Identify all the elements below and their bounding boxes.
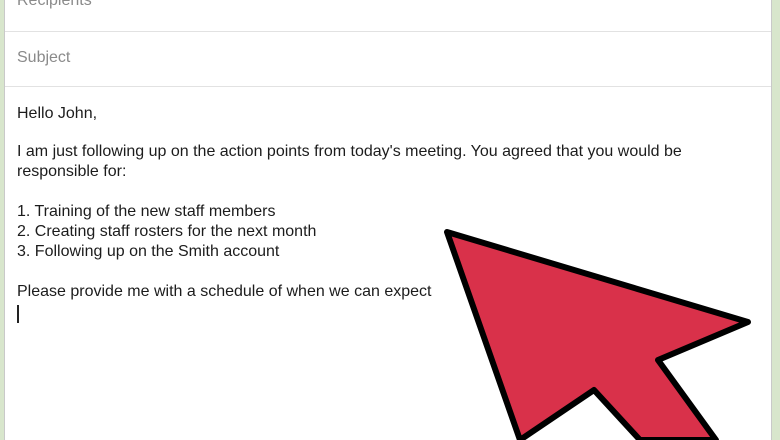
recipients-placeholder: Recipients bbox=[17, 0, 92, 9]
subject-field[interactable]: Subject bbox=[5, 33, 771, 87]
closing-line: Please provide me with a schedule of whe… bbox=[17, 283, 432, 300]
list-item-3: 3. Following up on the Smith account bbox=[17, 243, 280, 260]
subject-placeholder: Subject bbox=[17, 49, 71, 66]
message-body[interactable]: Hello John, I am just following up on th… bbox=[17, 104, 762, 329]
body-paragraph-line-2: responsible for: bbox=[17, 163, 127, 180]
text-cursor bbox=[17, 305, 19, 323]
compose-window: Recipients Subject Hello John, I am just… bbox=[4, 0, 772, 440]
list-item-2: 2. Creating staff rosters for the next m… bbox=[17, 223, 317, 240]
list-item-1: 1. Training of the new staff members bbox=[17, 203, 276, 220]
greeting-line: Hello John, bbox=[17, 105, 98, 122]
recipients-field[interactable]: Recipients bbox=[5, 0, 771, 32]
body-paragraph-line-1: I am just following up on the action poi… bbox=[17, 143, 682, 160]
